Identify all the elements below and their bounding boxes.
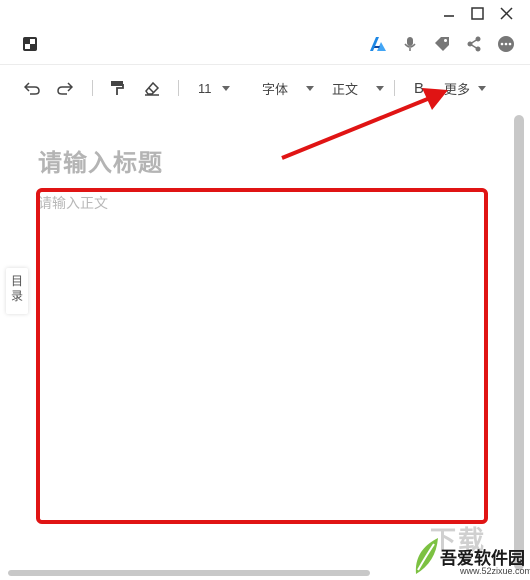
- toolbar-separator: [178, 80, 179, 96]
- font-size-value: 11: [198, 80, 212, 96]
- more-circle-icon: [498, 36, 514, 52]
- annotation-highlight-box: [36, 188, 488, 524]
- chevron-down-icon: [221, 85, 230, 91]
- horizontal-scrollbar[interactable]: [8, 570, 370, 576]
- clear-format-button[interactable]: [144, 78, 160, 98]
- redo-button[interactable]: [57, 78, 73, 98]
- minimize-icon: [444, 15, 454, 17]
- voice-input-button[interactable]: [400, 34, 420, 54]
- format-painter-button[interactable]: [110, 78, 124, 98]
- toc-toggle-tab[interactable]: 目 录: [6, 268, 28, 314]
- toolbar-separator: [92, 80, 93, 96]
- maximize-button[interactable]: [468, 4, 486, 22]
- toc-label: 录: [10, 289, 23, 303]
- undo-button[interactable]: [24, 78, 40, 98]
- maximize-icon: [470, 6, 484, 20]
- microphone-icon: [404, 37, 416, 51]
- tag-icon: [435, 37, 449, 51]
- eraser-icon: [145, 81, 160, 96]
- header-divider: [0, 64, 530, 65]
- vertical-scrollbar[interactable]: [514, 115, 524, 570]
- title-input[interactable]: 请输入标题: [38, 143, 163, 178]
- undo-icon: [24, 82, 40, 95]
- format-painter-icon: [111, 81, 124, 95]
- sidebar-toggle-icon: [23, 37, 37, 51]
- annotation-arrow: [281, 88, 448, 160]
- share-button[interactable]: [464, 34, 484, 54]
- close-button[interactable]: [497, 4, 515, 22]
- ai-assistant-button[interactable]: [368, 34, 388, 54]
- chevron-down-icon: [478, 85, 487, 91]
- watermark: 下载 吾爱软件园 www.52zixue.com: [412, 522, 530, 580]
- share-icon: [467, 36, 481, 52]
- redo-icon: [57, 82, 73, 95]
- sidebar-toggle-button[interactable]: [20, 34, 40, 54]
- close-icon: [499, 6, 513, 20]
- toc-label: 目: [10, 274, 23, 288]
- tag-button[interactable]: [432, 34, 452, 54]
- ai-assistant-icon: [370, 37, 386, 51]
- font-size-select[interactable]: 11: [198, 78, 230, 98]
- more-options-button[interactable]: [496, 34, 516, 54]
- watermark-url: www.52zixue.com: [460, 566, 530, 576]
- minimize-button[interactable]: [440, 4, 458, 22]
